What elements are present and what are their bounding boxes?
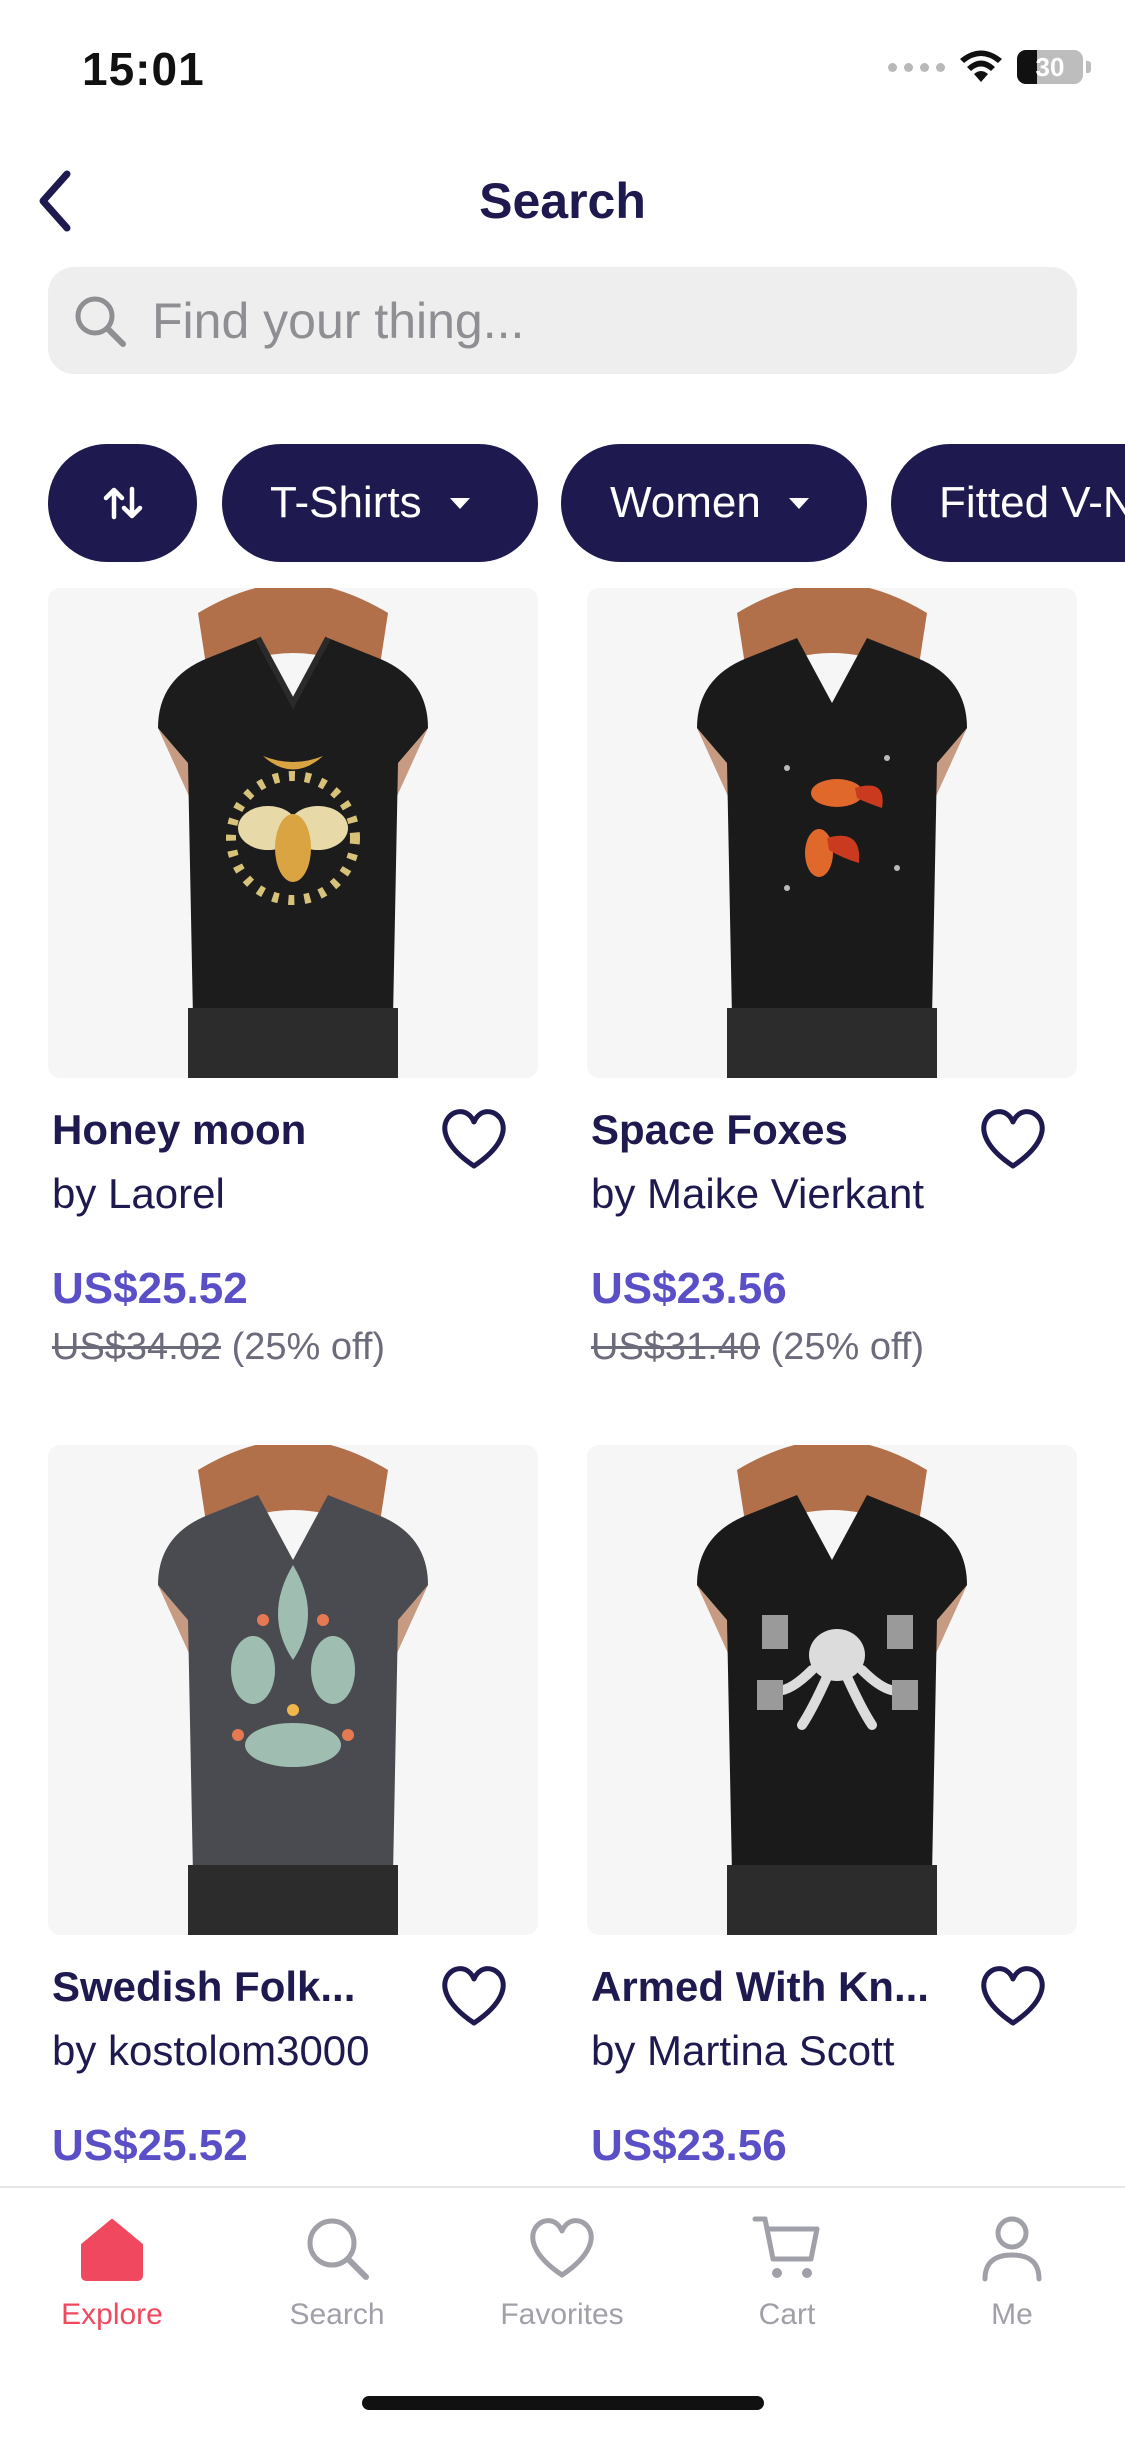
filter-chip-label: Women [610, 478, 761, 527]
tab-me[interactable]: Me [922, 2210, 1102, 2332]
filter-chips: T-Shirts Women Fitted V-Neck [48, 444, 1125, 564]
tab-explore[interactable]: Explore [22, 2210, 202, 2332]
product-image[interactable] [48, 588, 538, 1078]
cellular-signal-icon [888, 62, 945, 72]
filter-chip-category[interactable]: T-Shirts [222, 444, 538, 562]
product-card[interactable]: Armed With Kn... by Martina Scott US$23.… [587, 1445, 1077, 2170]
heart-icon [524, 2210, 600, 2286]
product-artist[interactable]: by Martina Scott [591, 2027, 894, 2075]
product-card[interactable]: Honey moon by Laorel US$25.52 US$34.02 (… [48, 588, 538, 1368]
filter-chip-label: T-Shirts [270, 478, 422, 527]
status-time: 15:01 [82, 43, 205, 95]
search-input[interactable] [150, 290, 1054, 351]
person-icon [974, 2210, 1050, 2286]
product-name: Space Foxes [591, 1106, 848, 1153]
product-discount: (25% off) [770, 1326, 925, 1368]
filter-chip-label: Fitted V-Neck [939, 478, 1125, 527]
favorite-button[interactable] [977, 1963, 1053, 2033]
heart-icon [981, 1966, 1045, 2026]
status-icons: 30 [888, 50, 1091, 84]
tab-label: Cart [758, 2298, 816, 2331]
tab-favorites[interactable]: Favorites [472, 2210, 652, 2332]
tab-search[interactable]: Search [247, 2210, 427, 2332]
product-price: US$25.52 [52, 1264, 248, 1313]
sort-button[interactable] [48, 444, 197, 562]
header: Search [0, 160, 1125, 240]
battery-icon: 30 [1017, 50, 1091, 84]
tab-label: Search [289, 2298, 385, 2331]
product-artist[interactable]: by kostolom3000 [52, 2027, 370, 2075]
product-price: US$25.52 [52, 2121, 248, 2170]
tab-cart[interactable]: Cart [697, 2210, 877, 2332]
home-indicator [362, 2396, 764, 2410]
favorite-button[interactable] [438, 1963, 514, 2033]
heart-icon [442, 1109, 506, 1169]
favorite-button[interactable] [438, 1106, 514, 1176]
product-price: US$23.56 [591, 1264, 787, 1313]
product-price: US$23.56 [591, 2121, 787, 2170]
search-icon [299, 2210, 375, 2286]
product-card[interactable]: Swedish Folk... by kostolom3000 US$25.52 [48, 1445, 538, 2170]
tab-label: Explore [61, 2298, 163, 2331]
product-name: Swedish Folk... [52, 1963, 356, 2010]
product-artist[interactable]: by Laorel [52, 1170, 225, 1218]
product-original-price-line: US$34.02 (25% off) [52, 1326, 385, 1369]
tab-label: Me [991, 2298, 1033, 2331]
search-bar[interactable] [48, 267, 1077, 374]
wifi-icon [960, 50, 1002, 82]
product-image[interactable] [48, 1445, 538, 1935]
page-title: Search [479, 173, 646, 229]
filter-chip-style[interactable]: Fitted V-Neck [891, 444, 1125, 562]
product-original-price: US$34.02 [52, 1326, 222, 1368]
caret-down-icon [449, 497, 470, 509]
tab-label: Favorites [500, 2298, 624, 2331]
heart-icon [442, 1966, 506, 2026]
status-bar: 15:01 30 [0, 0, 1125, 140]
home-icon [74, 2210, 150, 2286]
battery-percent: 30 [1035, 51, 1065, 82]
favorite-button[interactable] [977, 1106, 1053, 1176]
sort-arrows-icon [103, 486, 142, 520]
caret-down-icon [788, 497, 809, 509]
product-original-price: US$31.40 [591, 1326, 761, 1368]
product-original-price-line: US$31.40 (25% off) [591, 1326, 924, 1369]
product-name: Honey moon [52, 1106, 307, 1153]
product-image[interactable] [587, 1445, 1077, 1935]
filter-chip-gender[interactable]: Women [561, 444, 867, 562]
search-icon [70, 291, 130, 351]
product-image[interactable] [587, 588, 1077, 1078]
product-artist[interactable]: by Maike Vierkant [591, 1170, 924, 1218]
product-name: Armed With Kn... [591, 1963, 929, 2010]
heart-icon [981, 1109, 1045, 1169]
cart-icon [749, 2210, 825, 2286]
product-discount: (25% off) [231, 1326, 386, 1368]
product-card[interactable]: Space Foxes by Maike Vierkant US$23.56 U… [587, 588, 1077, 1368]
